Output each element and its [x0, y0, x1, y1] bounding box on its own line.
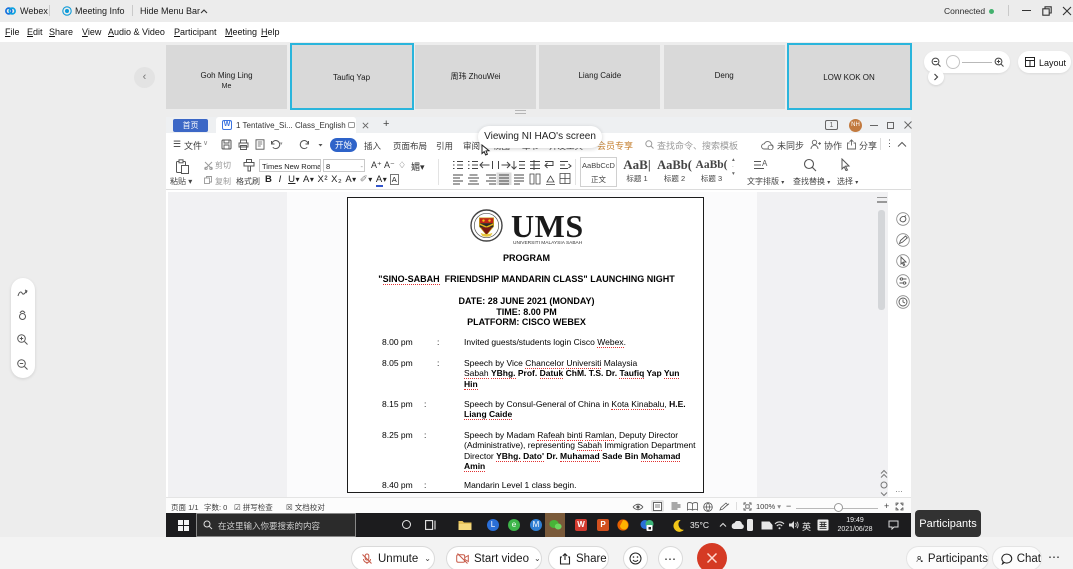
svg-text:A: A	[762, 159, 768, 168]
